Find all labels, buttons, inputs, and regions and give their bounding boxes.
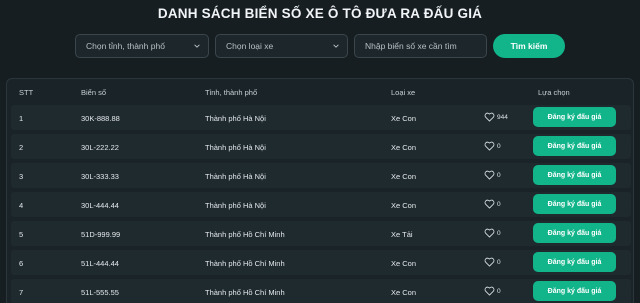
row-province: Thành phố Hồ Chí Minh	[205, 230, 285, 239]
column-header-stt: STT	[19, 88, 34, 97]
like-count: 0	[497, 230, 501, 237]
row-vehicle-type: Xe Con	[391, 114, 417, 123]
table-row: 1 30K-888.88 Thành phố Hà Nội Xe Con 944…	[11, 105, 631, 130]
table-row: 7 51L-555.55 Thành phố Hồ Chí Minh Xe Co…	[11, 279, 631, 303]
row-plate: 30L-444.44	[81, 201, 119, 210]
row-plate: 51L-555.55	[81, 288, 119, 297]
row-vehicle-type: Xe Con	[391, 143, 417, 152]
chevron-down-icon	[333, 44, 339, 48]
row-plate: 30K-888.88	[81, 114, 120, 123]
plate-search-input[interactable]: Nhập biển số xe cần tìm	[354, 34, 487, 58]
row-stt: 6	[19, 259, 24, 268]
register-auction-button[interactable]: Đăng ký đấu giá	[533, 136, 616, 156]
table-row: 6 51L-444.44 Thành phố Hồ Chí Minh Xe Co…	[11, 250, 631, 275]
page-title: DANH SÁCH BIỂN SỐ XE Ô TÔ ĐƯA RA ĐẤU GIÁ	[157, 6, 483, 21]
row-province: Thành phố Hà Nội	[205, 172, 266, 181]
province-select-label: Chọn tỉnh, thành phố	[86, 41, 165, 51]
table-row: 2 30L-222.22 Thành phố Hà Nội Xe Con 0 Đ…	[11, 134, 631, 159]
row-stt: 2	[19, 143, 24, 152]
vehicle-type-select-label: Chọn loại xe	[226, 41, 274, 51]
register-auction-button[interactable]: Đăng ký đấu giá	[533, 107, 616, 127]
register-auction-button[interactable]: Đăng ký đấu giá	[533, 194, 616, 214]
row-vehicle-type: Xe Tải	[391, 230, 413, 239]
table-row: 5 51D-999.99 Thành phố Hồ Chí Minh Xe Tả…	[11, 221, 631, 246]
row-stt: 4	[19, 201, 24, 210]
column-header-vehicle-type: Loại xe	[391, 88, 416, 97]
heart-icon[interactable]	[484, 257, 495, 267]
heart-icon[interactable]	[484, 141, 495, 151]
chevron-down-icon	[194, 44, 200, 48]
column-header-province: Tỉnh, thành phố	[205, 88, 258, 97]
register-auction-button[interactable]: Đăng ký đấu giá	[533, 252, 616, 272]
like-count: 944	[497, 114, 508, 121]
like-count: 0	[497, 288, 501, 295]
row-province: Thành phố Hồ Chí Minh	[205, 259, 285, 268]
heart-icon[interactable]	[484, 286, 495, 296]
plate-table: STT Biển số Tỉnh, thành phố Loại xe Lựa …	[6, 78, 634, 303]
like-count: 0	[497, 201, 501, 208]
row-plate: 51L-444.44	[81, 259, 119, 268]
like-count: 0	[497, 259, 501, 266]
heart-icon[interactable]	[484, 199, 495, 209]
column-header-plate: Biển số	[81, 88, 107, 97]
register-auction-button[interactable]: Đăng ký đấu giá	[533, 281, 616, 301]
table-row: 3 30L-333.33 Thành phố Hà Nội Xe Con 0 Đ…	[11, 163, 631, 188]
row-stt: 5	[19, 230, 24, 239]
heart-icon[interactable]	[484, 112, 495, 122]
plate-search-placeholder: Nhập biển số xe cần tìm	[365, 41, 457, 51]
row-vehicle-type: Xe Con	[391, 172, 417, 181]
column-header-action: Lựa chọn	[538, 88, 570, 97]
row-stt: 1	[19, 114, 24, 123]
row-plate: 30L-333.33	[81, 172, 119, 181]
row-stt: 3	[19, 172, 24, 181]
row-plate: 30L-222.22	[81, 143, 119, 152]
row-plate: 51D-999.99	[81, 230, 121, 239]
register-auction-button[interactable]: Đăng ký đấu giá	[533, 165, 616, 185]
table-body: 1 30K-888.88 Thành phố Hà Nội Xe Con 944…	[11, 105, 631, 303]
heart-icon[interactable]	[484, 228, 495, 238]
row-vehicle-type: Xe Con	[391, 259, 417, 268]
row-province: Thành phố Hà Nội	[205, 143, 266, 152]
row-vehicle-type: Xe Con	[391, 288, 417, 297]
search-button[interactable]: Tìm kiếm	[493, 34, 565, 58]
like-count: 0	[497, 172, 501, 179]
row-province: Thành phố Hà Nội	[205, 201, 266, 210]
table-header: STT Biển số Tỉnh, thành phố Loại xe Lựa …	[7, 79, 633, 103]
row-province: Thành phố Hồ Chí Minh	[205, 288, 285, 297]
row-province: Thành phố Hà Nội	[205, 114, 266, 123]
row-vehicle-type: Xe Con	[391, 201, 417, 210]
vehicle-type-select[interactable]: Chọn loại xe	[215, 34, 348, 58]
province-select[interactable]: Chọn tỉnh, thành phố	[75, 34, 209, 58]
like-count: 0	[497, 143, 501, 150]
register-auction-button[interactable]: Đăng ký đấu giá	[533, 223, 616, 243]
table-row: 4 30L-444.44 Thành phố Hà Nội Xe Con 0 Đ…	[11, 192, 631, 217]
heart-icon[interactable]	[484, 170, 495, 180]
row-stt: 7	[19, 288, 24, 297]
